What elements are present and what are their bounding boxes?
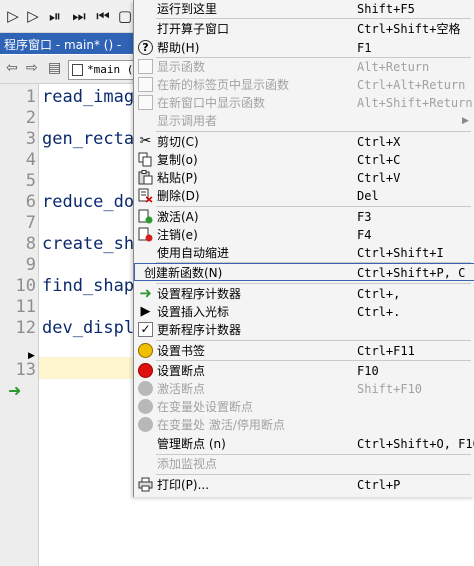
stop-icon[interactable]: ▢ (116, 7, 134, 25)
menu-separator (156, 360, 471, 361)
line-number: 12 (15, 318, 36, 338)
line-number: 2 (25, 108, 36, 128)
file-icon (72, 64, 83, 76)
menu-item-activate[interactable]: 激活(A) F3 (134, 208, 474, 226)
menu-item-add-watchpoint[interactable]: 添加监视点 (134, 455, 474, 473)
copy-icon (138, 152, 153, 167)
menu-item-auto-indent[interactable]: 使用自动缩进 Ctrl+Shift+I (134, 244, 474, 262)
navigator-icon[interactable]: ▤ (48, 60, 61, 76)
menu-item-update-program-counter[interactable]: ✓ 更新程序计数器 (134, 321, 474, 339)
menu-item-show-procedure-new-window[interactable]: 在新窗口中显示函数 Alt+Shift+Return (134, 94, 474, 112)
line-number: 11 (15, 297, 36, 317)
black-arrow-icon: ▶ (140, 304, 151, 319)
scissors-icon: ✂ (139, 133, 152, 149)
menu-item-deactivate[interactable]: 注销(e) F4 (134, 226, 474, 244)
menu-item-set-program-counter[interactable]: ➜ 设置程序计数器 Ctrl+, (134, 285, 474, 303)
code-line[interactable]: create_sh (42, 234, 134, 254)
menu-item-open-operator-window[interactable]: 打开算子窗口 Ctrl+Shift+空格 (134, 20, 474, 38)
gray-circle-icon (138, 399, 153, 414)
menu-separator (156, 131, 471, 132)
line-number: 4 (25, 150, 36, 170)
green-arrow-icon: ➜ (139, 284, 152, 302)
code-line[interactable]: dev_displ (42, 318, 134, 338)
menu-item-cut[interactable]: ✂ 剪切(C) Ctrl+X (134, 133, 474, 151)
line-number: 9 (25, 255, 36, 275)
step-icon[interactable]: ⏭ (70, 7, 88, 25)
menu-separator (156, 283, 471, 284)
activate-icon (138, 209, 153, 224)
line-number: 5 (25, 171, 36, 191)
code-line[interactable]: read_imag (42, 87, 134, 107)
document-icon (138, 59, 153, 74)
line-number: 3 (25, 129, 36, 149)
code-line[interactable]: reduce_do (42, 192, 134, 212)
document-icon (138, 77, 153, 92)
menu-separator (156, 474, 471, 475)
menu-item-show-procedure[interactable]: 显示函数 Alt+Return (134, 58, 474, 76)
document-icon (138, 95, 153, 110)
menu-item-paste[interactable]: 粘贴(P) Ctrl+V (134, 169, 474, 187)
program-counter-icon: ➜ (8, 381, 22, 400)
menu-separator (156, 206, 471, 207)
bookmark-icon (138, 343, 153, 358)
deactivate-icon (138, 227, 153, 242)
window-title: 程序窗口 - main* () - (4, 38, 122, 52)
current-line-highlight (39, 357, 139, 379)
code-line[interactable]: find_shap (42, 276, 134, 296)
context-menu: 运行到这里 Shift+F5 打开算子窗口 Ctrl+Shift+空格 ? 帮助… (133, 0, 474, 497)
printer-icon (138, 477, 153, 492)
menu-item-set-bookmark[interactable]: 设置书签 Ctrl+F11 (134, 342, 474, 360)
menu-item-toggle-breakpoint-at-variable[interactable]: 在变量处 激活/停用断点 (134, 416, 474, 434)
submenu-arrow-icon: ▶ (462, 116, 469, 126)
menu-item-activate-breakpoint[interactable]: 激活断点 Shift+F10 (134, 380, 474, 398)
code-line[interactable]: gen_recta (42, 129, 134, 149)
back-icon[interactable]: ⇦ (6, 60, 18, 76)
menu-item-create-new-procedure[interactable]: 创建新函数(N) Ctrl+Shift+P, C (134, 263, 474, 281)
breakpoint-icon (138, 363, 153, 378)
menu-separator (156, 340, 471, 341)
menu-item-help[interactable]: ? 帮助(H) F1 (134, 39, 474, 57)
forward-icon[interactable]: ⇨ (26, 60, 38, 76)
line-number: 6 (25, 192, 36, 212)
menu-item-set-insert-cursor[interactable]: ▶ 设置插入光标 Ctrl+. (134, 303, 474, 321)
line-number: 13 (15, 360, 36, 380)
file-tab[interactable]: *main ( (68, 60, 140, 80)
paste-icon (138, 170, 153, 185)
menu-item-run-to-here[interactable]: 运行到这里 Shift+F5 (134, 0, 474, 18)
step-over-icon[interactable]: ▷ (24, 7, 42, 25)
line-number: 8 (25, 234, 36, 254)
insert-cursor-icon: ▶ (28, 351, 35, 361)
line-number: 7 (25, 213, 36, 233)
menu-item-show-procedure-new-tab[interactable]: 在新的标签页中显示函数 Ctrl+Alt+Return (134, 76, 474, 94)
menu-item-set-breakpoint[interactable]: 设置断点 F10 (134, 362, 474, 380)
line-number: 1 (25, 87, 36, 107)
menu-item-copy[interactable]: 复制(o) Ctrl+C (134, 151, 474, 169)
step-into-icon[interactable]: ⏯ (46, 7, 64, 25)
run-icon[interactable]: ▷ (4, 7, 22, 25)
gray-circle-icon (138, 381, 153, 396)
delete-icon (138, 188, 153, 203)
line-number: 10 (15, 276, 36, 296)
menu-item-manage-breakpoints[interactable]: 管理断点 (n) Ctrl+Shift+O, F10 (134, 435, 474, 453)
step-back-icon[interactable]: ⏮ (94, 7, 112, 25)
menu-separator (156, 18, 471, 19)
help-icon: ? (138, 40, 153, 55)
checkmark-icon: ✓ (138, 322, 153, 337)
menu-item-print[interactable]: 打印(P)... Ctrl+P (134, 476, 474, 494)
gray-circle-icon (138, 417, 153, 432)
menu-item-show-callers[interactable]: 显示调用者 ▶ (134, 112, 474, 130)
menu-item-delete[interactable]: 删除(D) Del (134, 187, 474, 205)
menu-item-set-breakpoint-at-variable[interactable]: 在变量处设置断点 (134, 398, 474, 416)
